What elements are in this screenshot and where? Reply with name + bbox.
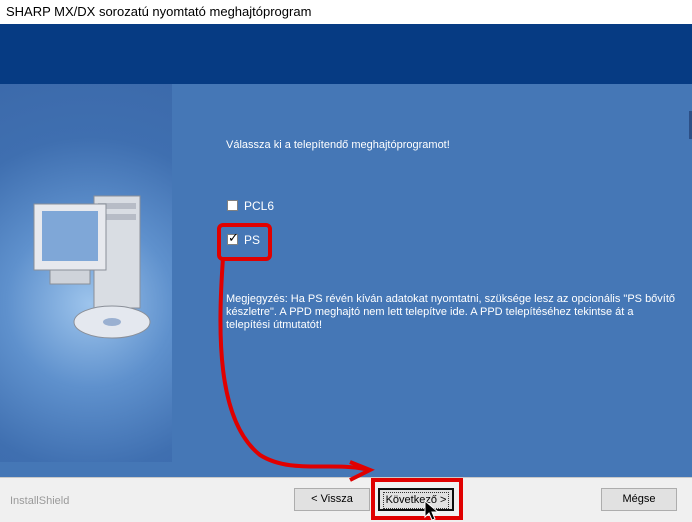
pcl6-checkbox[interactable] — [227, 200, 238, 211]
instruction-text: Válassza ki a telepítendő meghajtóprogra… — [226, 139, 450, 151]
checkmark-icon: ✓ — [228, 230, 239, 245]
window-title: SHARP MX/DX sorozatú nyomtató meghajtópr… — [6, 4, 312, 19]
note-text: Megjegyzés: Ha PS révén kíván adatokat n… — [226, 293, 676, 331]
back-button[interactable]: < Vissza — [294, 488, 370, 511]
next-button-label: Következő > — [382, 492, 450, 509]
next-button[interactable]: Következő > — [378, 488, 454, 511]
pcl6-label[interactable]: PCL6 — [244, 199, 274, 213]
ps-checkbox[interactable]: ✓ — [227, 230, 239, 245]
ps-label[interactable]: PS — [244, 233, 260, 247]
header-band — [0, 24, 692, 84]
window-titlebar: SHARP MX/DX sorozatú nyomtató meghajtópr… — [0, 0, 692, 24]
installshield-brand: InstallShield — [10, 495, 70, 507]
cancel-button[interactable]: Mégse — [601, 488, 677, 511]
computer-with-disc-icon — [33, 195, 151, 339]
